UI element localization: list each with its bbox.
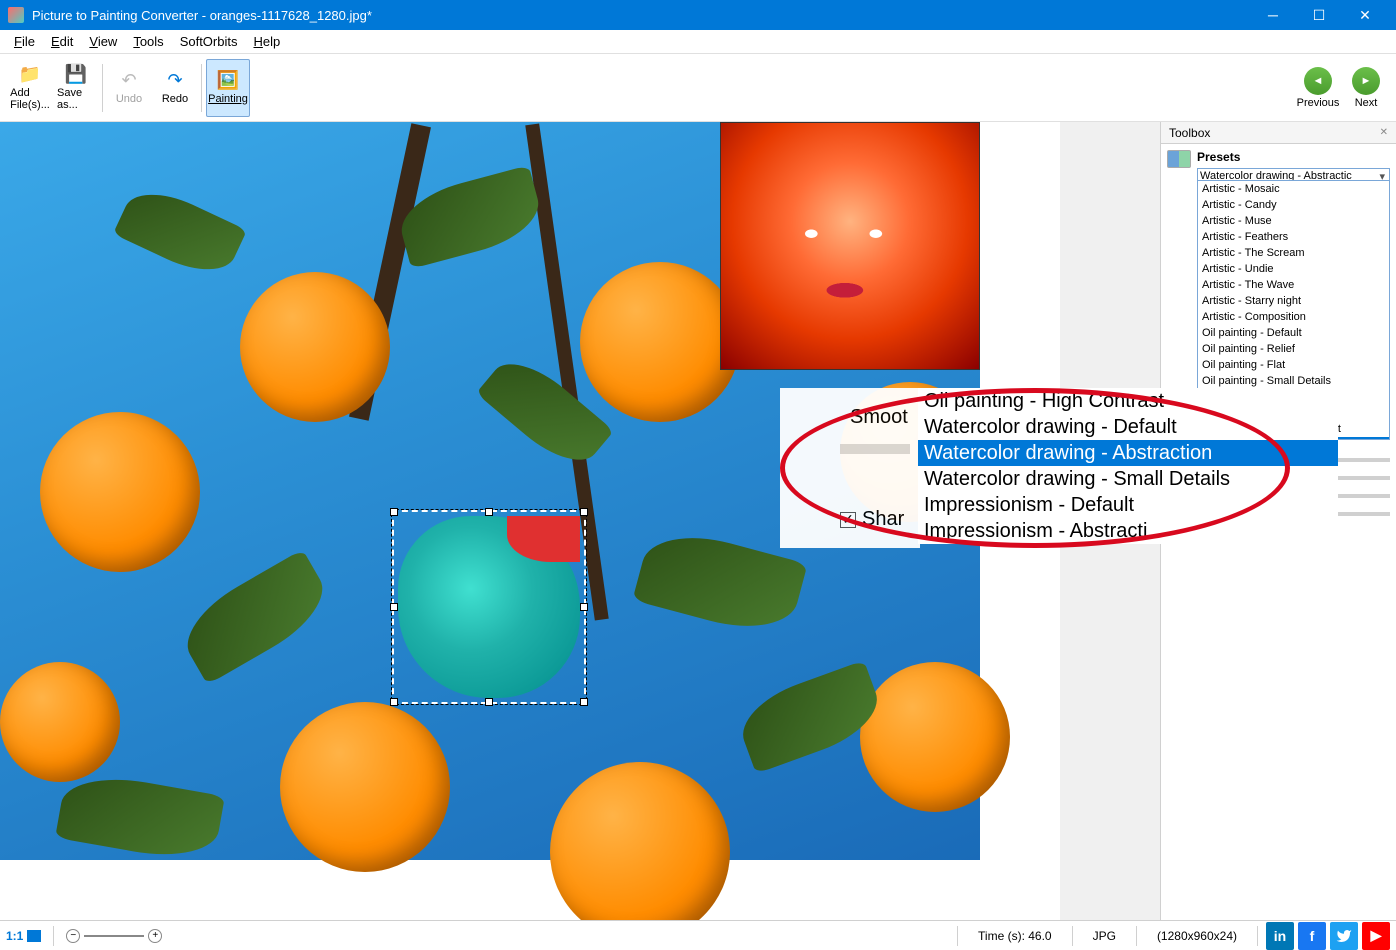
status-time: Time (s): 46.0 [966, 929, 1064, 943]
resize-handle-sw[interactable] [390, 698, 398, 706]
presets-label: Presets [1197, 150, 1390, 164]
toolbar-separator [102, 64, 103, 112]
statusbar: 1:1 − + Time (s): 46.0 JPG (1280x960x24)… [0, 920, 1396, 950]
resize-handle-w[interactable] [390, 603, 398, 611]
fit-screen-icon[interactable] [27, 930, 41, 942]
undo-icon: ↶ [119, 71, 139, 91]
magnified-callout: Smoot ✓Shar Oil painting - High Contrast… [780, 388, 1290, 548]
selection-rectangle[interactable] [392, 510, 586, 704]
menu-file[interactable]: File [6, 32, 43, 51]
zoom-slider[interactable] [84, 935, 144, 937]
titlebar: Picture to Painting Converter - oranges-… [0, 0, 1396, 30]
menu-help[interactable]: Help [245, 32, 288, 51]
preset-option[interactable]: Oil painting - Default [1198, 325, 1389, 341]
save-as-label: Save as... [57, 87, 95, 111]
linkedin-icon[interactable]: in [1266, 922, 1294, 950]
save-icon: 💾 [66, 65, 86, 85]
resize-handle-nw[interactable] [390, 508, 398, 516]
menu-softorbits[interactable]: SoftOrbits [172, 32, 246, 51]
next-label: Next [1355, 97, 1378, 109]
toolbox-close-icon[interactable]: ✕ [1380, 127, 1388, 138]
redo-label: Redo [162, 93, 188, 105]
resize-handle-se[interactable] [580, 698, 588, 706]
preset-option[interactable]: Oil painting - Small Details [1198, 373, 1389, 389]
resize-handle-n[interactable] [485, 508, 493, 516]
menu-tools[interactable]: Tools [125, 32, 171, 51]
redo-icon: ↷ [165, 71, 185, 91]
status-dimensions: (1280x960x24) [1145, 929, 1249, 943]
twitter-icon[interactable] [1330, 922, 1358, 950]
next-button[interactable]: ► Next [1344, 59, 1388, 117]
redo-button[interactable]: ↷ Redo [153, 59, 197, 117]
undo-label: Undo [116, 93, 142, 105]
previous-label: Previous [1297, 97, 1340, 109]
next-icon: ► [1352, 67, 1380, 95]
preset-option[interactable]: Artistic - The Scream [1198, 245, 1389, 261]
preset-option[interactable]: Artistic - Starry night [1198, 293, 1389, 309]
close-button[interactable]: ✕ [1342, 0, 1388, 30]
status-format: JPG [1081, 929, 1128, 943]
resize-handle-ne[interactable] [580, 508, 588, 516]
toolbar-separator-2 [201, 64, 202, 112]
preset-option[interactable]: Artistic - Mosaic [1198, 181, 1389, 197]
preset-option[interactable]: Artistic - The Wave [1198, 277, 1389, 293]
facebook-icon[interactable]: f [1298, 922, 1326, 950]
painting-icon: 🖼️ [218, 71, 238, 91]
menu-edit[interactable]: Edit [43, 32, 81, 51]
save-as-button[interactable]: 💾 Save as... [54, 59, 98, 117]
previous-button[interactable]: ◄ Previous [1296, 59, 1340, 117]
resize-handle-e[interactable] [580, 603, 588, 611]
add-files-icon: 📁 [20, 65, 40, 85]
zoom-out-button[interactable]: − [66, 929, 80, 943]
preset-option[interactable]: Artistic - Undie [1198, 261, 1389, 277]
preset-option[interactable]: Oil painting - Flat [1198, 357, 1389, 373]
preset-option[interactable]: Artistic - Muse [1198, 213, 1389, 229]
maximize-button[interactable]: ☐ [1296, 0, 1342, 30]
youtube-icon[interactable]: ▶ [1362, 922, 1390, 950]
painting-button[interactable]: 🖼️ Painting [206, 59, 250, 117]
toolbar: 📁 Add File(s)... 💾 Save as... ↶ Undo ↷ R… [0, 54, 1396, 122]
minimize-button[interactable]: ─ [1250, 0, 1296, 30]
preset-option[interactable]: Oil painting - Relief [1198, 341, 1389, 357]
undo-button[interactable]: ↶ Undo [107, 59, 151, 117]
app-icon [8, 7, 24, 23]
callout-ellipse-icon [780, 388, 1290, 548]
add-files-label: Add File(s)... [10, 87, 50, 111]
menu-view[interactable]: View [81, 32, 125, 51]
toolbox-header: Toolbox ✕ [1161, 122, 1396, 144]
presets-icon [1167, 150, 1191, 168]
zoom-ratio-label[interactable]: 1:1 [6, 929, 23, 943]
previous-icon: ◄ [1304, 67, 1332, 95]
selection-preview [398, 516, 580, 698]
preset-option[interactable]: Artistic - Composition [1198, 309, 1389, 325]
menubar: File Edit View Tools SoftOrbits Help [0, 30, 1396, 54]
preset-option[interactable]: Artistic - Candy [1198, 197, 1389, 213]
window-title: Picture to Painting Converter - oranges-… [32, 8, 1250, 23]
zoom-in-button[interactable]: + [148, 929, 162, 943]
toolbox-title: Toolbox [1169, 126, 1210, 140]
preset-option[interactable]: Artistic - Feathers [1198, 229, 1389, 245]
resize-handle-s[interactable] [485, 698, 493, 706]
painting-label: Painting [208, 93, 248, 105]
effect-preview-thumbnail [720, 122, 980, 370]
add-files-button[interactable]: 📁 Add File(s)... [8, 59, 52, 117]
